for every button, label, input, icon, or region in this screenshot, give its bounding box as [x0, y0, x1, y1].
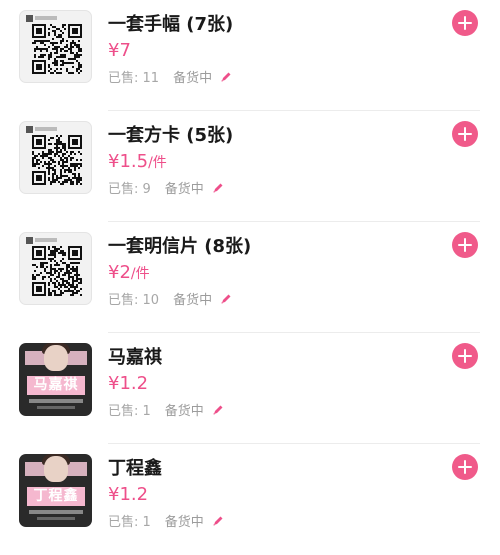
product-title[interactable]: 一套方卡 (5张) — [108, 121, 233, 147]
price-unit: /件 — [148, 155, 167, 171]
product-list: 一套手幅 (7张) ¥7 已售: 11 备货中 一套方卡 (5张) ¥1.5/件… — [0, 0, 500, 532]
price-unit: /件 — [130, 266, 150, 282]
product-thumbnail[interactable]: 丁程鑫 — [19, 454, 92, 527]
thumbnail-name-banner: 丁程鑫 — [27, 487, 85, 506]
pencil-icon[interactable] — [220, 71, 232, 83]
price-value: ¥1.5 — [108, 151, 149, 172]
shop-logo — [26, 237, 33, 244]
product-title[interactable]: 马嘉祺 — [108, 343, 162, 369]
list-item[interactable]: 马嘉祺 马嘉祺 ¥1.2 已售: 1 备货中 — [0, 333, 500, 444]
thumbnail-face — [44, 456, 68, 482]
product-title[interactable]: 丁程鑫 — [108, 454, 162, 480]
sold-count: 已售: 10 — [108, 293, 160, 308]
price-value: ¥1.2 — [108, 373, 149, 394]
product-meta: 已售: 1 备货中 — [108, 400, 224, 419]
product-thumbnail[interactable]: 马嘉祺 — [19, 343, 92, 416]
thumbnail-name-banner: 马嘉祺 — [27, 376, 85, 395]
price-value: ¥2 — [108, 262, 131, 283]
thumbnail-stripe — [37, 517, 75, 520]
list-item[interactable]: 一套方卡 (5张) ¥1.5/件 已售: 9 备货中 — [0, 111, 500, 222]
shop-logo — [26, 15, 33, 22]
stock-status: 备货中 — [164, 515, 204, 530]
thumbnail-stripe — [29, 399, 83, 403]
stock-status: 备货中 — [164, 404, 204, 419]
list-item[interactable]: 丁程鑫 丁程鑫 ¥1.2 已售: 1 备货中 — [0, 444, 500, 555]
product-meta: 已售: 10 备货中 — [108, 289, 232, 308]
product-price: ¥1.2 — [108, 373, 148, 394]
thumbnail-face — [44, 345, 68, 371]
list-item[interactable]: 一套手幅 (7张) ¥7 已售: 11 备货中 — [0, 0, 500, 111]
price-value: ¥7 — [108, 40, 131, 61]
qr-code-image — [32, 246, 82, 296]
product-thumbnail[interactable] — [19, 10, 92, 83]
stock-status: 备货中 — [173, 293, 213, 308]
add-button[interactable] — [452, 343, 478, 369]
add-button[interactable] — [452, 10, 478, 36]
list-item[interactable]: 一套明信片 (8张) ¥2/件 已售: 10 备货中 — [0, 222, 500, 333]
product-meta: 已售: 11 备货中 — [108, 67, 232, 86]
thumbnail-stripe — [29, 510, 83, 514]
product-price: ¥2/件 — [108, 262, 150, 283]
add-button[interactable] — [452, 121, 478, 147]
sold-count: 已售: 11 — [108, 71, 160, 86]
pencil-icon[interactable] — [212, 404, 224, 416]
plus-icon — [458, 16, 472, 30]
shop-logo — [26, 126, 33, 133]
thumbnail-header-bar — [35, 16, 57, 20]
sold-count: 已售: 9 — [108, 182, 151, 197]
qr-code-image — [32, 135, 82, 185]
price-value: ¥1.2 — [108, 484, 149, 505]
thumbnail-header-bar — [35, 127, 57, 131]
plus-icon — [458, 127, 472, 141]
pencil-icon[interactable] — [212, 182, 224, 194]
plus-icon — [458, 460, 472, 474]
product-thumbnail[interactable] — [19, 232, 92, 305]
sold-count: 已售: 1 — [108, 515, 151, 530]
sold-count: 已售: 1 — [108, 404, 151, 419]
plus-icon — [458, 238, 472, 252]
product-meta: 已售: 1 备货中 — [108, 511, 224, 530]
product-price: ¥1.2 — [108, 484, 148, 505]
product-thumbnail[interactable] — [19, 121, 92, 194]
product-title[interactable]: 一套明信片 (8张) — [108, 232, 251, 258]
qr-code-image — [32, 24, 82, 74]
product-meta: 已售: 9 备货中 — [108, 178, 224, 197]
plus-icon — [458, 349, 472, 363]
stock-status: 备货中 — [173, 71, 213, 86]
stock-status: 备货中 — [164, 182, 204, 197]
product-price: ¥7 — [108, 40, 131, 61]
thumbnail-header-bar — [35, 238, 57, 242]
thumbnail-stripe — [37, 406, 75, 409]
product-price: ¥1.5/件 — [108, 151, 167, 172]
product-title[interactable]: 一套手幅 (7张) — [108, 10, 233, 36]
add-button[interactable] — [452, 454, 478, 480]
pencil-icon[interactable] — [220, 293, 232, 305]
pencil-icon[interactable] — [212, 515, 224, 527]
add-button[interactable] — [452, 232, 478, 258]
